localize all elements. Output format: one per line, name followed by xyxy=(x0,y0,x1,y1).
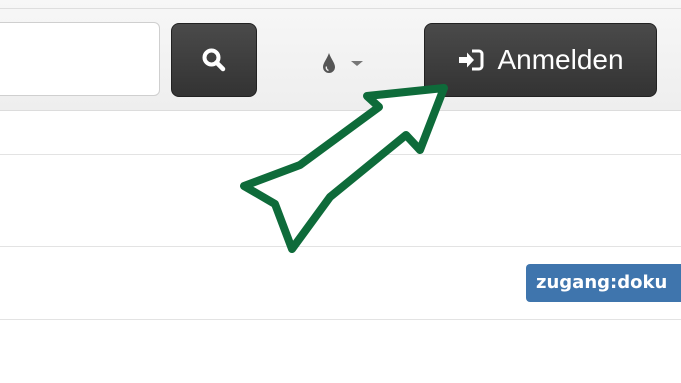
annotation-arrow-shape xyxy=(240,84,448,253)
annotation-arrow xyxy=(240,84,448,253)
